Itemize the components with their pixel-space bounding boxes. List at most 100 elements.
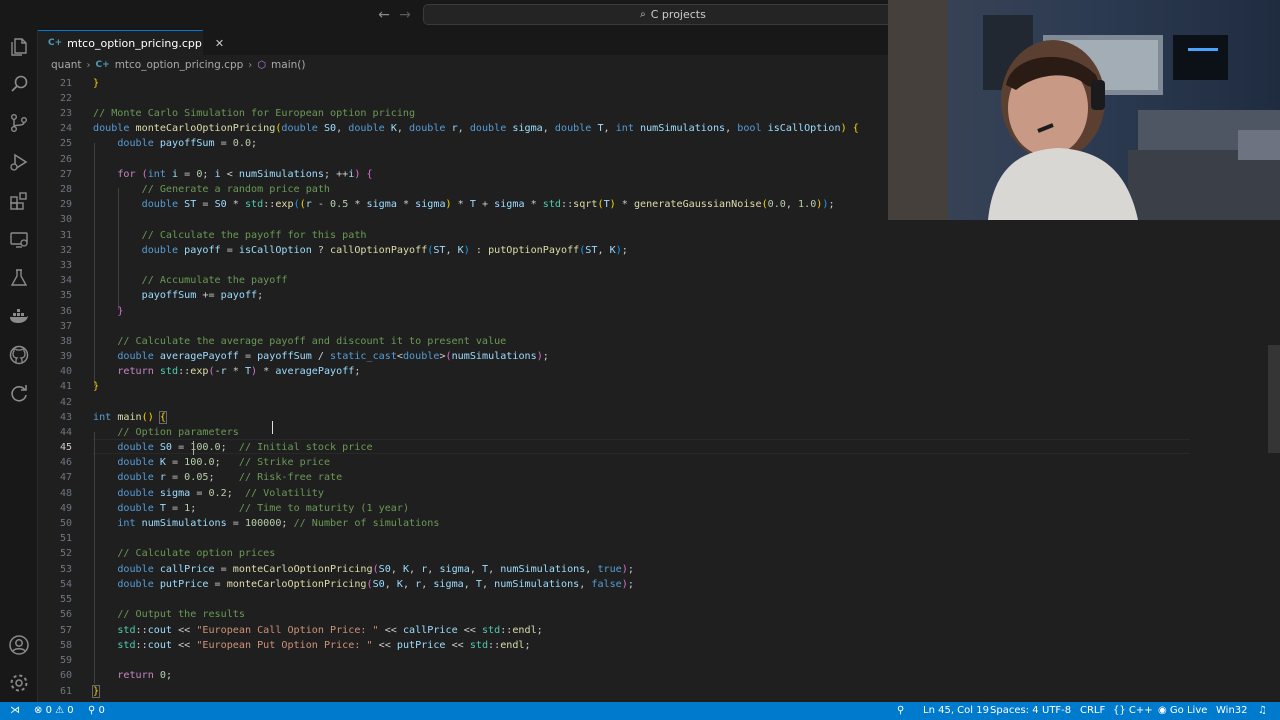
code-line: double monteCarloOptionPricing(double S0… — [93, 123, 859, 134]
error-icon: ⊗ — [34, 705, 43, 716]
line-number: 40 — [59, 366, 72, 377]
broadcast-icon: ◉ — [1158, 705, 1167, 716]
remote-indicator-icon[interactable]: ⋊ — [6, 702, 24, 720]
line-number: 25 — [59, 138, 72, 149]
webcam-feed-image — [888, 0, 1280, 220]
settings-gear-icon[interactable] — [7, 671, 31, 695]
line-number: 36 — [59, 306, 72, 317]
docker-icon[interactable] — [7, 305, 31, 329]
line-number: 38 — [59, 336, 72, 347]
line-number: 28 — [59, 184, 72, 195]
tab-label: mtco_option_pricing.cpp — [67, 36, 202, 50]
line-number: 29 — [59, 199, 72, 210]
code-line: return std::exp(-r * T) * averagePayoff; — [117, 366, 361, 377]
cpp-file-icon: C+ — [95, 60, 110, 70]
warning-icon: ⚠ — [55, 705, 65, 716]
breadcrumb-folder[interactable]: quant — [51, 59, 82, 71]
cpp-file-icon: C+ — [48, 38, 63, 48]
line-number: 41 — [59, 381, 72, 392]
line-number: 30 — [59, 214, 72, 225]
close-icon[interactable]: ✕ — [215, 37, 224, 50]
line-number: 37 — [59, 321, 72, 332]
code-line: } — [117, 306, 124, 317]
refresh-icon[interactable] — [7, 381, 31, 405]
line-number: 56 — [59, 609, 72, 620]
text-caret — [193, 441, 194, 455]
source-control-icon[interactable] — [7, 111, 31, 135]
line-number: 47 — [59, 472, 72, 483]
breadcrumb-symbol[interactable]: main() — [271, 59, 305, 71]
search-label: C projects — [650, 8, 706, 21]
cube-symbol-icon: ⬡ — [257, 59, 267, 71]
extensions-icon[interactable] — [7, 189, 31, 213]
chevron-right-icon: › — [86, 59, 91, 71]
line-number: 26 — [59, 154, 72, 165]
command-center-search[interactable]: ⌕ C projects — [423, 4, 923, 25]
code-line: // Option parameters — [117, 427, 239, 438]
search-icon[interactable] — [7, 72, 31, 96]
platform-config[interactable]: Win32 — [1216, 702, 1248, 720]
language-mode[interactable]: {} C++ — [1113, 702, 1153, 720]
editor-scrollbar[interactable] — [1268, 345, 1280, 453]
line-number: 27 — [59, 169, 72, 180]
account-icon[interactable] — [7, 633, 31, 657]
code-line: for (int i = 0; i < numSimulations; ++i)… — [117, 169, 373, 180]
line-number: 49 — [59, 503, 72, 514]
line-number: 54 — [59, 579, 72, 590]
notifications-bell-icon[interactable]: ♫ — [1258, 702, 1267, 720]
line-number: 61 — [59, 686, 72, 697]
line-number: 23 — [59, 108, 72, 119]
go-live-button[interactable]: ◉ Go Live — [1158, 702, 1207, 720]
code-line: // Calculate the payoff for this path — [141, 230, 367, 241]
forward-arrow-icon[interactable]: → — [396, 6, 414, 24]
breadcrumb-file[interactable]: mtco_option_pricing.cpp — [115, 59, 244, 71]
code-line: double S0 = 100.0; // Initial stock pric… — [117, 442, 373, 453]
code-line: double T = 1; // Time to maturity (1 yea… — [117, 503, 410, 514]
github-icon[interactable] — [7, 343, 31, 367]
remote-explorer-icon[interactable] — [7, 228, 31, 252]
code-line: int numSimulations = 100000; // Number o… — [117, 518, 440, 529]
ports-indicator[interactable]: ⚲ 0 — [88, 702, 105, 720]
line-number: 35 — [59, 290, 72, 301]
cursor-position[interactable]: Ln 45, Col 19 — [923, 702, 989, 720]
line-number: 34 — [59, 275, 72, 286]
line-number: 51 — [59, 533, 72, 544]
back-arrow-icon[interactable]: ← — [375, 6, 393, 24]
line-number: 48 — [59, 488, 72, 499]
code-line: double putPrice = monteCarloOptionPricin… — [117, 579, 634, 590]
code-line: std::cout << "European Put Option Price:… — [117, 640, 531, 651]
chevron-right-icon: › — [248, 59, 253, 71]
line-number: 24 — [59, 123, 72, 134]
run-debug-icon[interactable] — [7, 150, 31, 174]
line-number: 33 — [59, 260, 72, 271]
testing-icon[interactable] — [7, 266, 31, 290]
end-of-line[interactable]: CRLF — [1080, 702, 1105, 720]
problems-indicator[interactable]: ⊗ 0 ⚠ 0 — [34, 702, 74, 720]
code-line: } — [91, 685, 101, 698]
code-line: double payoffSum = 0.0; — [117, 138, 258, 149]
line-number: 44 — [59, 427, 72, 438]
indentation[interactable]: Spaces: 4 — [990, 702, 1039, 720]
webcam-overlay — [888, 0, 1280, 220]
line-number: 59 — [59, 655, 72, 666]
search-icon: ⌕ — [640, 9, 646, 20]
code-line: return 0; — [117, 670, 173, 681]
zoom-icon[interactable]: ⚲ — [897, 702, 904, 720]
explorer-icon[interactable] — [7, 34, 31, 58]
line-number: 42 — [59, 397, 72, 408]
encoding[interactable]: UTF-8 — [1042, 702, 1071, 720]
code-line: // Generate a random price path — [141, 184, 331, 195]
code-line: // Output the results — [117, 609, 245, 620]
line-number: 57 — [59, 625, 72, 636]
tab-mtco-option-pricing[interactable]: C+ mtco_option_pricing.cpp ✕ — [38, 30, 224, 55]
line-number: 50 — [59, 518, 72, 529]
line-number: 46 — [59, 457, 72, 468]
line-number: 31 — [59, 230, 72, 241]
code-line: payoffSum += payoff; — [141, 290, 264, 301]
code-line: double averagePayoff = payoffSum / stati… — [117, 351, 549, 362]
line-number: 60 — [59, 670, 72, 681]
code-line: double payoff = isCallOption ? callOptio… — [141, 245, 628, 256]
line-number: 55 — [59, 594, 72, 605]
code-line: double sigma = 0.2; // Volatility — [117, 488, 324, 499]
line-number: 58 — [59, 640, 72, 651]
